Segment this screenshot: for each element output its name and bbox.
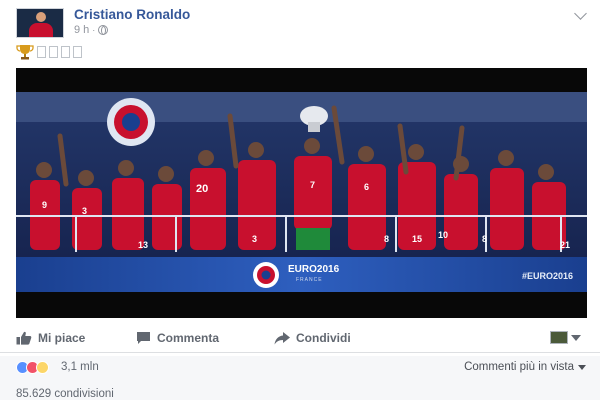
missing-glyph-box <box>61 46 70 58</box>
jersey-number: 13 <box>138 240 148 250</box>
thumbs-up-icon <box>16 331 32 345</box>
viewer-avatar[interactable] <box>550 331 568 344</box>
missing-glyph-box <box>49 46 58 58</box>
divider <box>0 352 600 353</box>
euro-logo-title: EURO2016 <box>288 264 340 275</box>
comment-icon <box>137 332 150 344</box>
author-name-link[interactable]: Cristiano Ronaldo <box>74 7 190 22</box>
share-arrow-icon <box>274 331 290 344</box>
jersey-number: 10 <box>438 230 448 240</box>
share-button[interactable]: Condividi <box>274 327 351 349</box>
comments-sort-dropdown[interactable]: Commenti più in vista <box>464 361 586 373</box>
dropdown-caret-icon <box>578 364 586 370</box>
caret-down-icon[interactable] <box>571 335 581 341</box>
jersey-number: 8 <box>482 234 487 244</box>
like-button[interactable]: Mi piace <box>16 327 85 349</box>
post-time[interactable]: 9 h <box>74 24 89 36</box>
jersey-number: 21 <box>560 240 570 250</box>
post-text <box>16 44 82 60</box>
missing-glyph-box <box>73 46 82 58</box>
jersey-number: 15 <box>412 234 422 244</box>
like-label: Mi piace <box>38 331 86 345</box>
jersey-number: 9 <box>42 200 47 210</box>
meta-separator: · <box>92 25 96 35</box>
avatar-head <box>36 12 46 22</box>
tournament-hashtag: #EURO2016 <box>521 271 573 281</box>
globe-icon <box>98 25 109 35</box>
shares-row: 85.629 condivisioni <box>0 378 600 400</box>
jersey-number: 20 <box>196 183 208 195</box>
avatar-body <box>29 23 53 37</box>
jersey-number: 3 <box>82 206 87 216</box>
euro2016-logo: EURO2016 FRANCE <box>250 260 370 290</box>
comment-label: Commenta <box>157 331 220 345</box>
jersey-number: 6 <box>364 182 369 192</box>
comments-sort-label: Commenti più in vista <box>464 361 574 373</box>
reaction-count[interactable]: 3,1 mln <box>61 361 99 373</box>
comment-button[interactable]: Commenta <box>136 327 219 349</box>
euro-logo-subtitle: FRANCE <box>296 277 323 283</box>
reactions-bar: 3,1 mln Commenti più in vista <box>0 356 600 378</box>
post-meta: 9 h · <box>74 24 109 36</box>
reaction-icons[interactable] <box>16 361 49 374</box>
post-actions: Mi piace Commenta Condividi <box>0 327 600 349</box>
wow-reaction-icon <box>36 361 49 374</box>
author-avatar[interactable] <box>16 8 64 38</box>
chevron-down-icon[interactable] <box>574 7 587 20</box>
jersey-number: 7 <box>310 180 315 190</box>
share-label: Condividi <box>296 331 351 345</box>
trophy-icon <box>16 44 34 60</box>
shares-count[interactable]: 85.629 condivisioni <box>16 388 114 400</box>
post-photo[interactable]: 9 3 20 3 7 6 8 15 10 8 21 13 EURO2016 FR… <box>16 68 587 318</box>
jersey-number: 8 <box>384 234 389 244</box>
post-header: Cristiano Ronaldo 9 h · <box>0 0 600 40</box>
jersey-number: 3 <box>252 234 257 244</box>
missing-glyph-box <box>37 46 46 58</box>
